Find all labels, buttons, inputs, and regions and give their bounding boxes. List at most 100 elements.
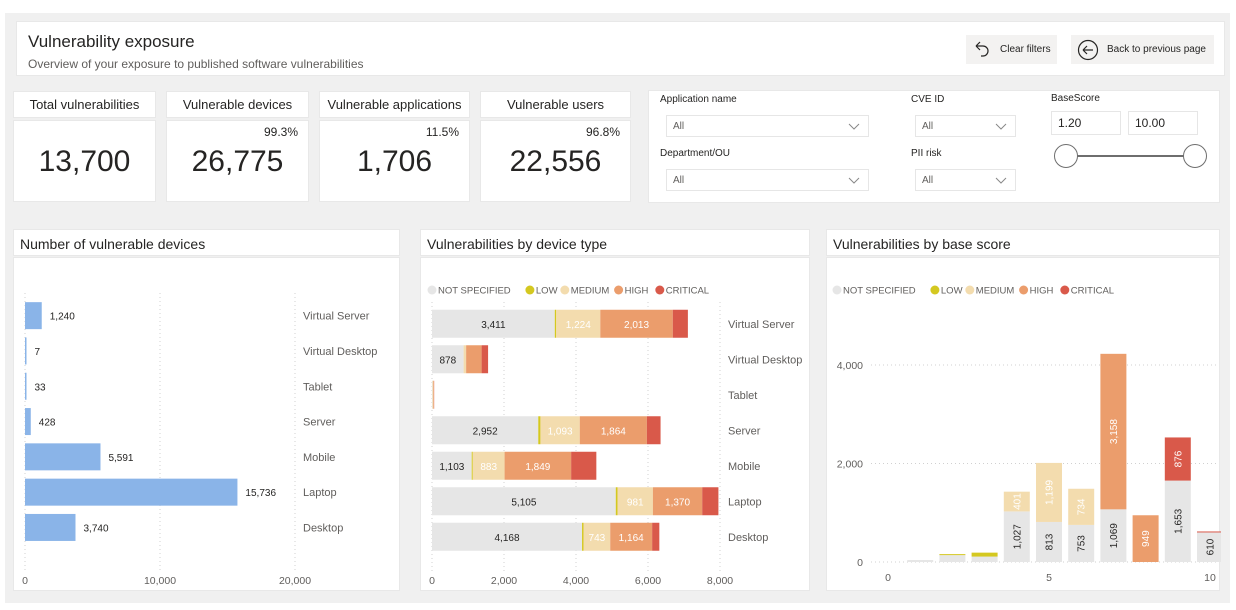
bar-segment-tablet-medium	[432, 380, 434, 409]
kpi-percent: 99.3%	[263, 125, 298, 139]
legend-marker-medium	[965, 285, 975, 295]
data-label: 4,168	[495, 533, 520, 544]
data-label: 876	[1173, 450, 1184, 467]
data-label: 734	[1077, 498, 1088, 515]
data-label: 3,740	[83, 523, 108, 534]
chart-title-base-score: Vulnerabilities by base score	[826, 229, 1220, 256]
legend-label-not-specified: NOT SPECIFIED	[438, 286, 511, 297]
chevron-down-icon	[995, 177, 1007, 184]
x-tick-label: 5	[1046, 572, 1052, 584]
chart-device-type: NOT SPECIFIED LOW MEDIUM HIGH CRITICAL 0 2,000…	[420, 257, 810, 591]
category-label: Tablet	[728, 390, 757, 402]
bar-segment-virtual-server-low	[554, 309, 557, 338]
bar-segment-server-critical	[646, 416, 661, 445]
pii-risk-label: PII risk	[911, 148, 942, 159]
bar-segment-desktop-low	[582, 522, 584, 551]
x-tick-label: 10	[1204, 572, 1216, 584]
column-segment-10-critical	[1197, 531, 1223, 533]
legend-marker-critical	[655, 285, 665, 295]
data-label: 883	[480, 462, 497, 473]
bar-segment-virtual-server-critical	[672, 309, 688, 338]
y-tick-label: 4,000	[837, 360, 863, 372]
clear-filters-button[interactable]: Clear filters	[966, 35, 1057, 64]
data-label: 949	[1141, 530, 1152, 547]
application-name-dropdown[interactable]: All	[666, 115, 869, 137]
kpi-label-vulnerable-applications: Vulnerable applications	[319, 91, 470, 118]
data-label: 2,013	[624, 320, 649, 331]
data-label: 1,027	[1012, 524, 1023, 549]
basescore-max-input[interactable]: 10.00	[1128, 111, 1198, 135]
data-label: 743	[589, 533, 606, 544]
y-tick-label: 2,000	[837, 459, 863, 471]
category-label: Virtual Desktop	[728, 354, 802, 366]
data-label: 753	[1077, 535, 1088, 552]
kpi-card-vulnerable-applications: 11.5% 1,706	[319, 120, 470, 202]
pii-risk-dropdown[interactable]: All	[915, 169, 1016, 191]
undo-icon	[975, 41, 989, 57]
back-label: Back to previous page	[1107, 44, 1206, 55]
data-label: 33	[35, 382, 47, 393]
category-label: Laptop	[303, 487, 337, 499]
data-label: 1,370	[665, 497, 690, 508]
chart-title-device-type: Vulnerabilities by device type	[420, 229, 810, 256]
column-segment-1-not-specified	[907, 560, 934, 562]
bar-virtual-desktop	[25, 337, 27, 365]
basescore-min-input[interactable]: 1.20	[1051, 111, 1121, 135]
legend-marker-not-specified	[832, 285, 842, 295]
bar-segment-desktop-critical	[652, 522, 660, 551]
data-label: 610	[1206, 538, 1217, 555]
bar-tablet	[25, 372, 27, 400]
x-tick-label: 8,000	[707, 575, 733, 587]
data-label: 428	[39, 418, 56, 429]
bar-mobile	[25, 443, 101, 471]
kpi-label-total-vulnerabilities: Total vulnerabilities	[13, 91, 156, 118]
legend-label-medium: MEDIUM	[976, 286, 1015, 297]
column-segment-3-low	[971, 552, 998, 557]
kpi-percent: 96.8%	[585, 125, 620, 139]
x-tick-label: 2,000	[491, 575, 517, 587]
back-arrow-icon	[1077, 39, 1099, 60]
x-tick-label: 4,000	[563, 575, 589, 587]
legend-label-low: LOW	[941, 286, 963, 297]
category-label: Mobile	[303, 452, 335, 464]
kpi-value: 22,556	[509, 145, 602, 178]
data-label: 1,224	[566, 320, 591, 331]
x-tick-label: 0	[429, 575, 435, 587]
bar-segment-virtual-desktop-medium	[463, 345, 467, 374]
data-label: 981	[627, 497, 644, 508]
data-label: 5,591	[108, 453, 133, 464]
cve-id-dropdown[interactable]: All	[915, 115, 1016, 137]
x-tick-label: 20,000	[279, 575, 311, 587]
basescore-slider-min-handle[interactable]	[1054, 144, 1078, 168]
data-label: 5,105	[511, 497, 536, 508]
legend-marker-low	[525, 285, 535, 295]
category-label: Mobile	[728, 461, 760, 473]
cve-id-label: CVE ID	[911, 94, 945, 105]
legend-label-medium: MEDIUM	[571, 286, 610, 297]
bar-segment-tablet-not-specified	[432, 380, 433, 409]
kpi-label-vulnerable-devices: Vulnerable devices	[166, 91, 309, 118]
data-label: 3,158	[1109, 419, 1120, 444]
category-label: Virtual Server	[303, 311, 370, 323]
application-name-value: All	[673, 120, 685, 132]
department-dropdown[interactable]: All	[666, 169, 869, 191]
kpi-card-total-vulnerabilities: 13,700	[13, 120, 156, 202]
basescore-slider-track[interactable]	[1067, 155, 1195, 157]
category-label: Virtual Server	[728, 319, 795, 331]
bar-segment-mobile-low	[471, 451, 473, 480]
data-label: 1,069	[1109, 523, 1120, 548]
filters-panel: Application name All Department/OU All C…	[648, 90, 1220, 203]
data-label: 15,736	[245, 488, 276, 499]
legend-label-high: HIGH	[625, 286, 649, 297]
bar-segment-virtual-desktop-high	[466, 345, 482, 374]
legend-marker-high	[1019, 285, 1029, 295]
kpi-label-vulnerable-users: Vulnerable users	[480, 91, 631, 118]
kpi-card-vulnerable-users: 96.8% 22,556	[480, 120, 631, 202]
basescore-slider-max-handle[interactable]	[1183, 144, 1207, 168]
data-label: 813	[1045, 533, 1056, 550]
y-tick-label: 0	[857, 557, 863, 569]
bar-laptop	[25, 478, 238, 506]
column-segment-2-low	[939, 554, 966, 556]
legend-label-not-specified: NOT SPECIFIED	[843, 286, 916, 297]
back-to-previous-page-button[interactable]: Back to previous page	[1071, 35, 1214, 64]
